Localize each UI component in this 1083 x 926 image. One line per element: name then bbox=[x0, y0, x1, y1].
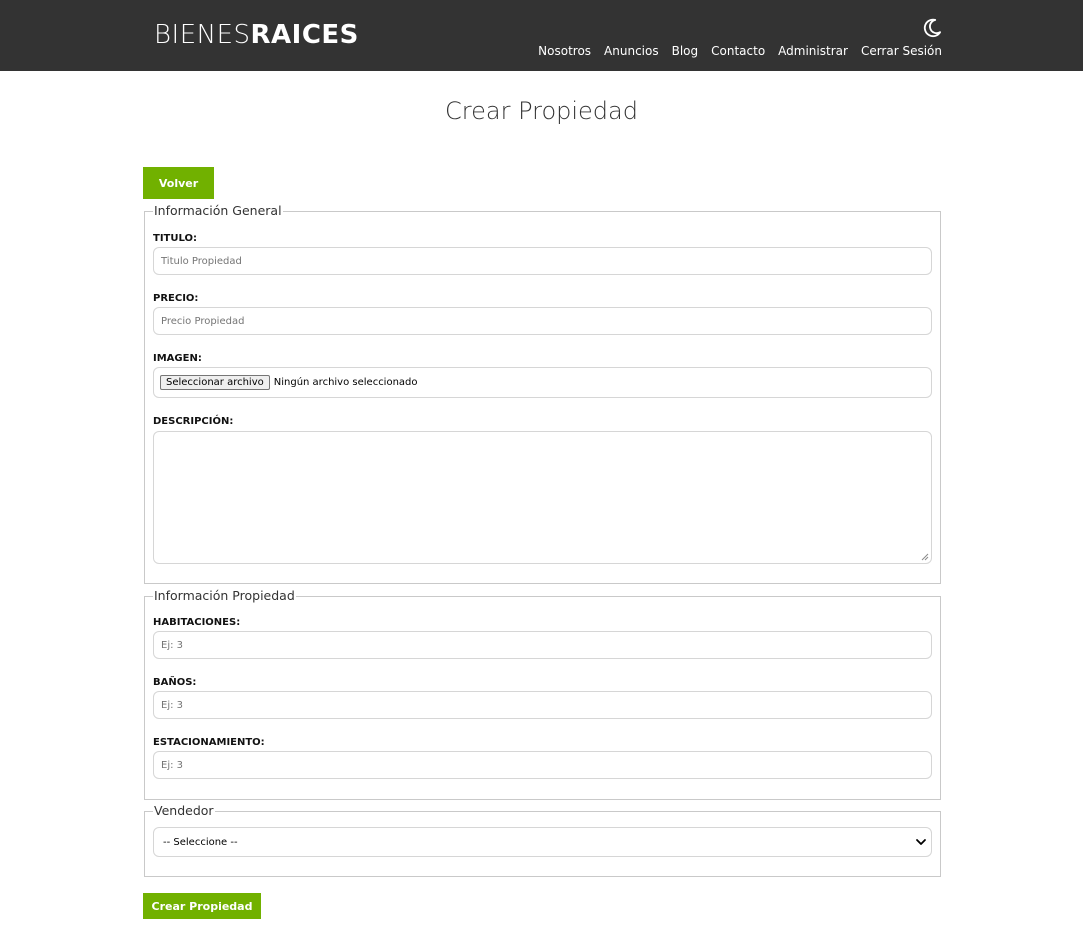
habitaciones-label: HABITACIONES: bbox=[153, 617, 241, 628]
logo-text-bold: RAICES bbox=[250, 20, 359, 50]
precio-placeholder: Precio Propiedad bbox=[161, 315, 245, 327]
titulo-label: TITULO: bbox=[153, 233, 197, 244]
nav-link-anuncios[interactable]: Anuncios bbox=[604, 43, 659, 59]
imagen-file-input: Seleccionar archivo Ningún archivo selec… bbox=[153, 367, 932, 398]
general-info-legend: Información General bbox=[153, 203, 283, 219]
vendedor-select[interactable]: -- Seleccione -- bbox=[153, 827, 932, 857]
estacionamiento-input[interactable]: Ej: 3 bbox=[153, 751, 932, 779]
descripcion-label: DESCRIPCIÓN: bbox=[153, 416, 234, 427]
precio-label: PRECIO: bbox=[153, 293, 199, 304]
precio-input[interactable]: Precio Propiedad bbox=[153, 307, 932, 335]
nav-link-blog[interactable]: Blog bbox=[672, 43, 699, 59]
banos-label: BAÑOS: bbox=[153, 677, 197, 688]
crear-propiedad-button[interactable]: Crear Propiedad bbox=[143, 893, 261, 919]
site-logo[interactable]: BIENESRAICES bbox=[154, 20, 359, 50]
banos-placeholder: Ej: 3 bbox=[161, 699, 184, 711]
file-status-text: Ningún archivo seleccionado bbox=[273, 377, 418, 388]
main-nav: Nosotros Anuncios Blog Contacto Administ… bbox=[538, 43, 942, 59]
banos-input[interactable]: Ej: 3 bbox=[153, 691, 932, 719]
estacionamiento-label: ESTACIONAMIENTO: bbox=[153, 737, 265, 748]
chevron-down-icon bbox=[916, 839, 926, 845]
resize-handle-icon[interactable] bbox=[921, 553, 929, 561]
vendedor-select-value: -- Seleccione -- bbox=[163, 836, 238, 848]
vendedor-legend: Vendedor bbox=[153, 803, 215, 819]
nav-link-administrar[interactable]: Administrar bbox=[778, 43, 848, 59]
titulo-input[interactable]: Titulo Propiedad bbox=[153, 247, 932, 275]
site-header: BIENESRAICES Nosotros Anuncios Blog Cont… bbox=[0, 0, 1083, 71]
habitaciones-input[interactable]: Ej: 3 bbox=[153, 631, 932, 659]
moon-icon[interactable] bbox=[921, 17, 943, 39]
nav-link-nosotros[interactable]: Nosotros bbox=[538, 43, 591, 59]
page-title: Crear Propiedad bbox=[445, 97, 638, 125]
nav-link-cerrar-sesion[interactable]: Cerrar Sesión bbox=[861, 43, 942, 59]
estacionamiento-placeholder: Ej: 3 bbox=[161, 759, 184, 771]
back-button[interactable]: Volver bbox=[143, 167, 214, 199]
vendedor-fieldset: Vendedor -- Seleccione -- bbox=[144, 803, 941, 877]
imagen-label: IMAGEN: bbox=[153, 353, 202, 364]
logo-text-light: BIENES bbox=[154, 20, 251, 50]
general-info-fieldset: Información General TITULO: Titulo Propi… bbox=[144, 203, 941, 584]
nav-link-contacto[interactable]: Contacto bbox=[711, 43, 765, 59]
select-file-button[interactable]: Seleccionar archivo bbox=[160, 375, 270, 390]
descripcion-textarea[interactable] bbox=[153, 431, 932, 564]
habitaciones-placeholder: Ej: 3 bbox=[161, 639, 184, 651]
titulo-placeholder: Titulo Propiedad bbox=[161, 255, 242, 267]
property-info-fieldset: Información Propiedad HABITACIONES: Ej: … bbox=[144, 588, 941, 800]
property-info-legend: Información Propiedad bbox=[153, 588, 296, 604]
